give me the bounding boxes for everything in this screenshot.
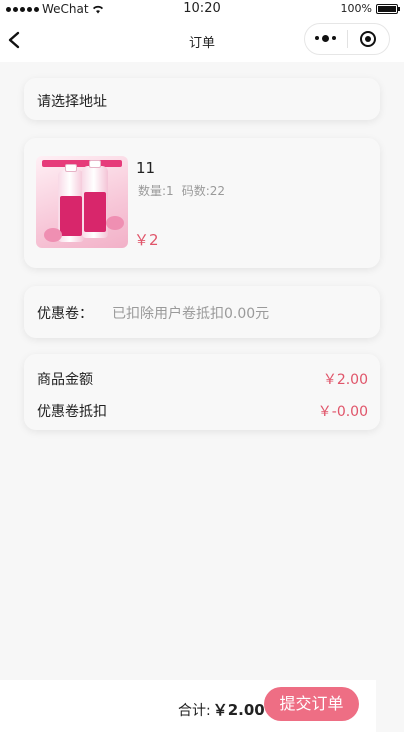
- goods-quantity: 数量:1: [138, 184, 174, 198]
- order-total: 合计: ￥2.00: [178, 699, 265, 720]
- product-image: [36, 156, 128, 248]
- close-button[interactable]: [347, 31, 389, 47]
- goods-amount-row: 商品金额 ￥2.00: [37, 369, 368, 389]
- goods-meta: 数量:1 码数:22: [138, 182, 225, 199]
- rose-decoration: [44, 228, 62, 242]
- navigation-bar: 订单: [0, 18, 404, 62]
- discount-row: 优惠卷抵扣 ￥-0.00: [37, 401, 368, 421]
- total-value: ￥2.00: [212, 701, 265, 719]
- rose-decoration: [106, 216, 124, 230]
- address-selector[interactable]: 请选择地址: [24, 78, 380, 120]
- product-bottle: [58, 164, 84, 242]
- submit-order-button[interactable]: 提交订单: [264, 687, 359, 721]
- menu-capsule: [304, 23, 390, 55]
- battery-icon: [376, 3, 400, 14]
- goods-size: 码数:22: [181, 184, 226, 198]
- goods-amount-label: 商品金额: [37, 372, 93, 388]
- goods-card: 11 数量:1 码数:22 ￥2: [24, 138, 380, 268]
- amount-summary: 商品金额 ￥2.00 优惠卷抵扣 ￥-0.00: [24, 354, 380, 430]
- total-label: 合计:: [178, 703, 211, 719]
- status-bar: WeChat 10:20 100%: [0, 0, 404, 18]
- discount-value: ￥-0.00: [317, 404, 368, 420]
- more-dots-icon[interactable]: [305, 35, 347, 42]
- goods-price: ￥2: [134, 231, 159, 249]
- goods-name: 11: [136, 159, 156, 177]
- address-placeholder: 请选择地址: [37, 94, 107, 110]
- goods-amount-value: ￥2.00: [322, 372, 368, 388]
- coupon-label: 优惠卷：: [37, 306, 93, 322]
- target-circle-icon: [360, 31, 377, 47]
- coupon-value: 已扣除用户卷抵扣0.00元: [112, 306, 270, 322]
- coupon-row[interactable]: 优惠卷： 已扣除用户卷抵扣0.00元: [24, 286, 380, 338]
- product-banner: [42, 160, 122, 167]
- product-bottle: [82, 160, 108, 238]
- status-right: 100%: [340, 2, 400, 15]
- battery-percent: 100%: [340, 2, 372, 15]
- discount-label: 优惠卷抵扣: [37, 404, 107, 420]
- checkout-bar: 合计: ￥2.00 提交订单: [0, 680, 376, 732]
